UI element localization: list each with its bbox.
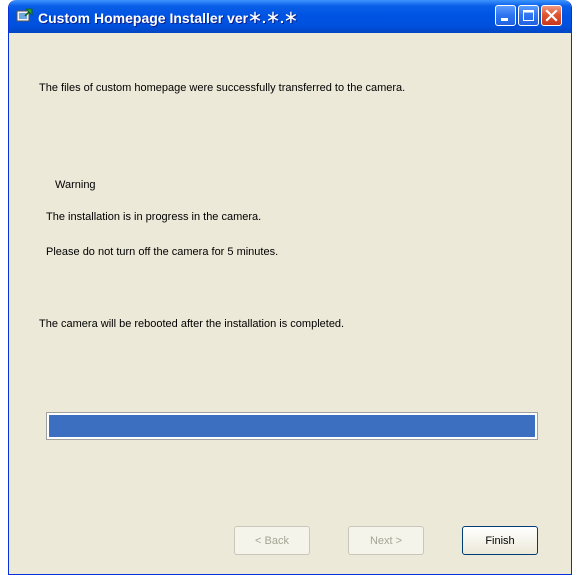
installer-app-icon [16, 8, 33, 23]
window-title: Custom Homepage Installer ver＊.＊.＊ [38, 10, 298, 26]
dialog-content: The files of custom homepage were succes… [9, 33, 571, 574]
progress-bar [46, 412, 538, 440]
maximize-button[interactable] [518, 5, 539, 26]
maximize-icon [523, 10, 534, 21]
minimize-button[interactable] [495, 5, 516, 26]
minimize-icon [501, 18, 508, 21]
close-icon [545, 9, 558, 22]
reboot-note: The camera will be rebooted after the in… [39, 318, 345, 330]
close-button[interactable] [541, 5, 562, 26]
next-button[interactable]: Next > [348, 526, 424, 555]
warning-title: Warning [55, 179, 96, 191]
warning-line-1: The installation is in progress in the c… [46, 211, 262, 223]
title-bar[interactable]: Custom Homepage Installer ver＊.＊.＊ [9, 0, 571, 33]
installer-window: Custom Homepage Installer ver＊.＊.＊ The f… [8, 0, 572, 575]
back-button[interactable]: < Back [234, 526, 310, 555]
finish-button[interactable]: Finish [462, 526, 538, 555]
warning-line-2: Please do not turn off the camera for 5 … [46, 246, 279, 258]
progress-bar-fill [49, 415, 535, 437]
success-message: The files of custom homepage were succes… [39, 82, 406, 94]
